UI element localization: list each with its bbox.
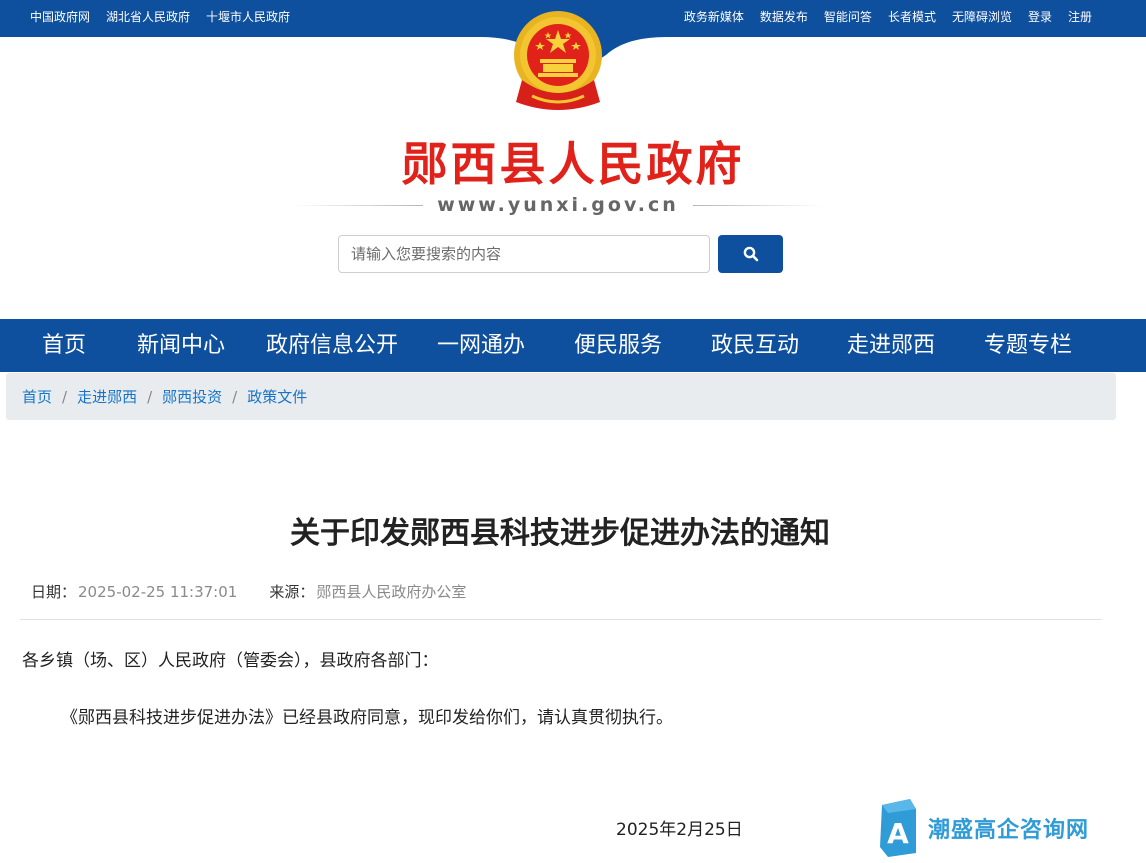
breadcrumb-separator: / (62, 387, 68, 406)
link-data-release[interactable]: 数据发布 (760, 8, 808, 25)
breadcrumb-home[interactable]: 首页 (22, 386, 52, 407)
nav-item-one-stop[interactable]: 一网通办 (437, 319, 525, 372)
date-label: 日期： (31, 583, 77, 601)
search-input[interactable] (338, 235, 710, 273)
site-title: 郧西县人民政府 (401, 137, 745, 191)
letter-a-logo-icon: A (880, 799, 916, 857)
breadcrumb-separator: / (147, 387, 153, 406)
site-domain: www.yunxi.gov.cn (437, 194, 679, 216)
domain-divider-left (293, 204, 424, 206)
source-label: 来源： (269, 583, 315, 601)
top-bar-left-links: 中国政府网 湖北省人民政府 十堰市人民政府 (30, 0, 290, 33)
link-hubei-gov[interactable]: 湖北省人民政府 (106, 8, 190, 25)
site-domain-row: www.yunxi.gov.cn (293, 193, 823, 217)
main-nav: 首页 新闻中心 政府信息公开 一网通办 便民服务 政民互动 走进郧西 专题专栏 (0, 319, 1146, 372)
article-salutation: 各乡镇（场、区）人民政府（管委会），县政府各部门： (22, 651, 439, 671)
link-shiyan-gov[interactable]: 十堰市人民政府 (206, 8, 290, 25)
link-accessibility[interactable]: 无障碍浏览 (952, 8, 1012, 25)
link-elder-mode[interactable]: 长者模式 (888, 8, 936, 25)
nav-item-home[interactable]: 首页 (42, 319, 86, 372)
watermark-text: 潮盛高企咨询网 (928, 817, 1090, 843)
meta-divider (20, 619, 1102, 620)
link-smart-qa[interactable]: 智能问答 (824, 8, 872, 25)
nav-item-topics[interactable]: 专题专栏 (984, 319, 1072, 372)
link-login[interactable]: 登录 (1028, 8, 1052, 25)
domain-divider-right (692, 204, 823, 206)
nav-item-gov-info[interactable]: 政府信息公开 (266, 319, 398, 372)
nav-item-interaction[interactable]: 政民互动 (711, 319, 799, 372)
article-sign-date: 2025年2月25日 (616, 820, 743, 840)
date-value: 2025-02-25 11:37:01 (78, 582, 238, 601)
national-emblem-icon (514, 11, 602, 110)
article-body: 《郧西县科技进步促进办法》已经县政府同意，现印发给你们，请认真贯彻执行。 (61, 708, 673, 728)
nav-item-about[interactable]: 走进郧西 (847, 319, 935, 372)
link-register[interactable]: 注册 (1068, 8, 1092, 25)
nav-item-news[interactable]: 新闻中心 (137, 319, 225, 372)
link-central-gov[interactable]: 中国政府网 (30, 8, 90, 25)
breadcrumb-separator: / (232, 387, 238, 406)
svg-text:A: A (887, 817, 909, 850)
breadcrumb-policy-docs[interactable]: 政策文件 (247, 386, 307, 407)
source-value: 郧西县人民政府办公室 (316, 583, 467, 601)
search-button[interactable] (718, 235, 783, 273)
article-meta: 日期： 2025-02-25 11:37:01 来源： 郧西县人民政府办公室 (31, 581, 466, 602)
breadcrumb-about[interactable]: 走进郧西 (77, 386, 137, 407)
top-bar-right-links: 政务新媒体 数据发布 智能问答 长者模式 无障碍浏览 登录 注册 (684, 0, 1092, 33)
link-new-media[interactable]: 政务新媒体 (684, 8, 744, 25)
article-title: 关于印发郧西县科技进步促进办法的通知 (290, 516, 830, 551)
breadcrumb: 首页 / 走进郧西 / 郧西投资 / 政策文件 (6, 373, 1116, 420)
search-icon (743, 246, 758, 262)
watermark: A 潮盛高企咨询网 (878, 799, 1089, 857)
nav-item-services[interactable]: 便民服务 (574, 319, 662, 372)
breadcrumb-investment[interactable]: 郧西投资 (162, 386, 222, 407)
